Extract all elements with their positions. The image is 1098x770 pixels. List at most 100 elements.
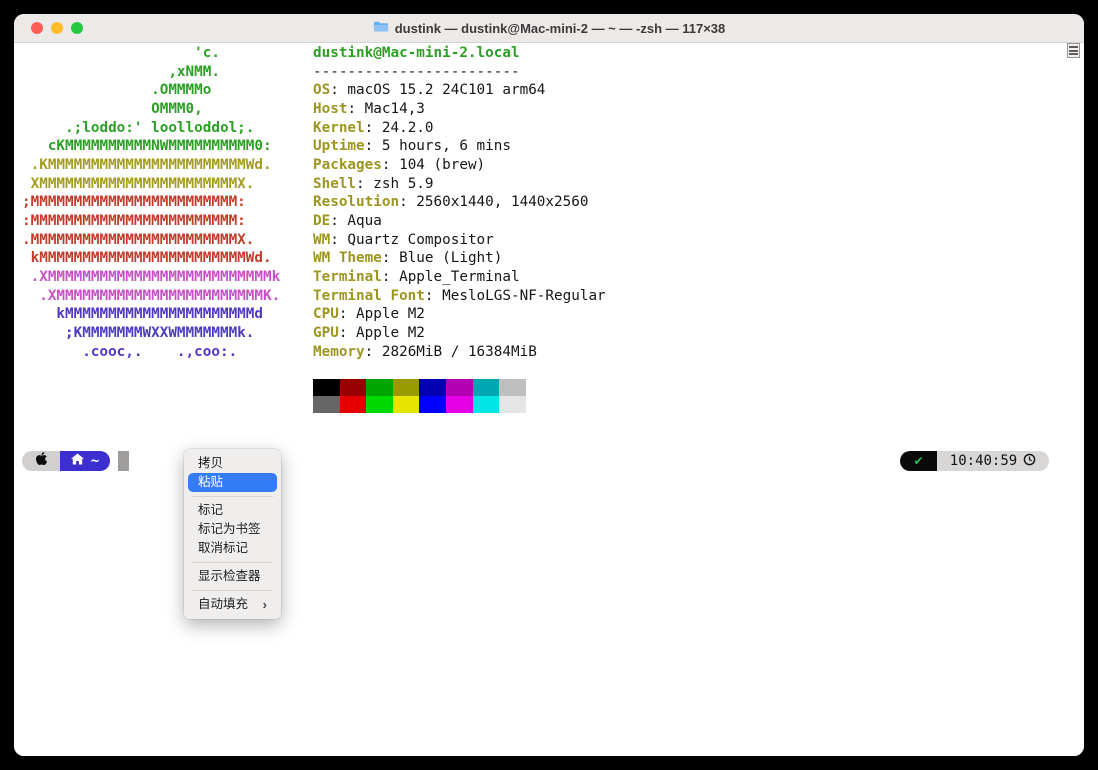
- info-value: : Blue (Light): [382, 250, 503, 266]
- palette-swatch: [366, 379, 393, 396]
- info-value: : 104 (brew): [382, 157, 485, 173]
- info-value: : Apple_Terminal: [382, 269, 520, 285]
- ascii-art-line: ;MMMMMMMMMMMMMMMMMMMMMMMM:: [22, 194, 246, 210]
- palette-swatch: [313, 396, 340, 413]
- info-label: Memory: [313, 344, 365, 360]
- menu-item-label: 标记为书签: [198, 523, 261, 536]
- info-value: : Aqua: [330, 213, 382, 229]
- menu-item[interactable]: 拷贝: [188, 454, 277, 473]
- status-check-icon: ✔: [913, 451, 923, 471]
- info-label: CPU: [313, 306, 339, 322]
- menu-item[interactable]: 自动填充 ›: [188, 595, 277, 614]
- terminal-window: dustink — dustink@Mac-mini-2 — ~ — -zsh …: [14, 14, 1084, 756]
- info-value: : zsh 5.9: [356, 176, 433, 192]
- ascii-art-line: .MMMMMMMMMMMMMMMMMMMMMMMMX.: [22, 232, 254, 248]
- info-label: Host: [313, 101, 347, 117]
- ascii-art-line: .;loddo:' loolloddol;.: [22, 120, 254, 136]
- palette-row-2: [313, 396, 526, 413]
- menu-separator: [192, 562, 273, 563]
- info-label: WM: [313, 232, 330, 248]
- menu-item-label: 显示检查器: [198, 570, 261, 583]
- ascii-art-line: .OMMMMo: [22, 82, 211, 98]
- ascii-art-line: ,xNMM.: [22, 64, 220, 80]
- menu-item-label: 拷贝: [198, 457, 223, 470]
- ascii-art-line: OMMM0,: [22, 101, 203, 117]
- info-label: DE: [313, 213, 330, 229]
- ascii-art-line: ;KMMMMMMMWXXWMMMMMMMk.: [22, 325, 254, 341]
- palette-swatch: [473, 379, 500, 396]
- info-label: OS: [313, 82, 330, 98]
- info-label: Resolution: [313, 194, 399, 210]
- info-value: : Apple M2: [339, 306, 425, 322]
- ascii-art-line: XMMMMMMMMMMMMMMMMMMMMMMMX.: [22, 176, 254, 192]
- palette-swatch: [366, 396, 393, 413]
- ansi-color-palette: [313, 379, 526, 413]
- menu-separator: [192, 590, 273, 591]
- palette-swatch: [393, 396, 420, 413]
- palette-swatch: [446, 396, 473, 413]
- menu-item-label: 粘贴: [198, 476, 223, 489]
- menu-item[interactable]: 粘贴: [188, 473, 277, 492]
- clock-icon: [1023, 453, 1036, 470]
- terminal-cursor: [118, 451, 129, 471]
- window-title: dustink — dustink@Mac-mini-2 — ~ — -zsh …: [395, 21, 726, 36]
- prompt-os-segment: [22, 451, 60, 471]
- palette-swatch: [499, 379, 526, 396]
- info-value: : 5 hours, 6 mins: [365, 138, 511, 154]
- palette-swatch: [473, 396, 500, 413]
- scrollbar-mark-button[interactable]: [1067, 43, 1080, 58]
- prompt-path: ~: [91, 453, 99, 469]
- palette-swatch: [340, 379, 367, 396]
- neofetch-info: dustink@Mac-mini-2.local ---------------…: [313, 44, 606, 361]
- info-separator: ------------------------: [313, 64, 520, 80]
- right-prompt: ✔ 10:40:59: [900, 451, 1049, 471]
- info-label: Packages: [313, 157, 382, 173]
- menu-item-label: 标记: [198, 504, 223, 517]
- info-label: Shell: [313, 176, 356, 192]
- prompt-path-segment: ~: [60, 451, 110, 471]
- palette-swatch: [419, 396, 446, 413]
- palette-swatch: [393, 379, 420, 396]
- info-value: : 24.2.0: [365, 120, 434, 136]
- info-value: : macOS 15.2 24C101 arm64: [330, 82, 545, 98]
- menu-separator: [192, 496, 273, 497]
- ascii-art-line: .XMMMMMMMMMMMMMMMMMMMMMMMMK.: [22, 288, 280, 304]
- shell-prompt: ~: [22, 451, 110, 471]
- info-hostname: dustink@Mac-mini-2.local: [313, 45, 520, 61]
- menu-item[interactable]: 标记为书签: [188, 520, 277, 539]
- info-value: : Apple M2: [339, 325, 425, 341]
- palette-swatch: [446, 379, 473, 396]
- terminal-content[interactable]: 'c. ,xNMM. .OMMMMo OMMM0, .;loddo:' lool…: [14, 43, 1084, 756]
- close-button[interactable]: [31, 22, 43, 34]
- info-value: : Mac14,3: [347, 101, 424, 117]
- window-titlebar[interactable]: dustink — dustink@Mac-mini-2 — ~ — -zsh …: [14, 14, 1084, 43]
- ascii-art-line: kMMMMMMMMMMMMMMMMMMMMMMMMWd.: [22, 250, 272, 266]
- folder-icon: [373, 20, 389, 36]
- info-label: GPU: [313, 325, 339, 341]
- info-label: Terminal: [313, 269, 382, 285]
- info-label: WM Theme: [313, 250, 382, 266]
- prompt-time: 10:40:59: [950, 453, 1017, 469]
- info-value: : Quartz Compositor: [330, 232, 494, 248]
- ascii-art-line: .XMMMMMMMMMMMMMMMMMMMMMMMMMMk: [22, 269, 280, 285]
- minimize-button[interactable]: [51, 22, 63, 34]
- submenu-chevron-icon: ›: [263, 598, 267, 611]
- menu-item[interactable]: 标记: [188, 501, 277, 520]
- info-label: Kernel: [313, 120, 365, 136]
- info-label: Terminal Font: [313, 288, 425, 304]
- palette-swatch: [340, 396, 367, 413]
- traffic-lights: [31, 14, 83, 42]
- palette-swatch: [419, 379, 446, 396]
- prompt-time-segment: 10:40:59: [937, 451, 1049, 471]
- home-icon: [71, 453, 84, 469]
- zoom-button[interactable]: [71, 22, 83, 34]
- ascii-art-line: cKMMMMMMMMMMNWMMMMMMMMMM0:: [22, 138, 272, 154]
- window-title-area: dustink — dustink@Mac-mini-2 — ~ — -zsh …: [373, 20, 726, 36]
- menu-item[interactable]: 显示检查器: [188, 567, 277, 586]
- apple-logo-icon: [35, 451, 48, 471]
- prompt-status-segment: ✔: [900, 451, 937, 471]
- menu-item-label: 自动填充: [198, 598, 248, 611]
- info-label: Uptime: [313, 138, 365, 154]
- menu-item[interactable]: 取消标记: [188, 539, 277, 558]
- neofetch-ascii-art: 'c. ,xNMM. .OMMMMo OMMM0, .;loddo:' lool…: [22, 44, 280, 361]
